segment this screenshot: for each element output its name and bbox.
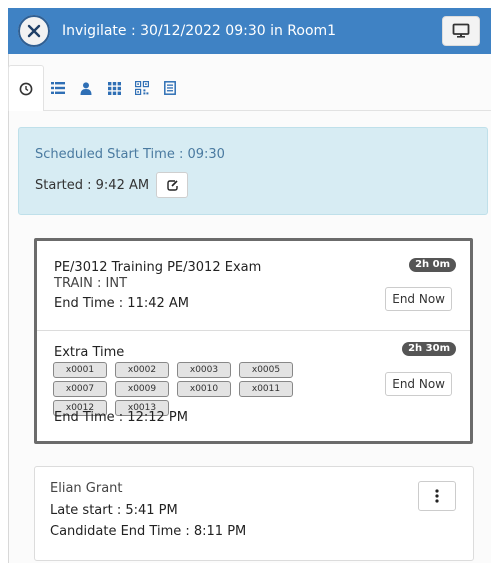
tab-grid[interactable] bbox=[100, 65, 128, 111]
person-icon bbox=[80, 81, 92, 95]
exam-row: PE/3012 Training PE/3012 Exam TRAIN : IN… bbox=[37, 241, 470, 331]
tab-bar bbox=[8, 65, 184, 111]
schedule-info-box: Scheduled Start Time : 09:30 Started : 9… bbox=[18, 127, 488, 215]
extra-time-duration-badge: 2h 30m bbox=[402, 342, 456, 356]
close-icon bbox=[18, 15, 50, 47]
exam-end-time: End Time : 11:42 AM bbox=[54, 296, 190, 311]
candidate-chip[interactable]: x0001 bbox=[53, 362, 107, 378]
grid-icon bbox=[107, 81, 121, 95]
tab-document[interactable] bbox=[156, 65, 184, 111]
tab-list[interactable] bbox=[44, 65, 72, 111]
qrcode-icon bbox=[135, 81, 149, 95]
extra-time-end-time: End Time : 12:12 PM bbox=[54, 410, 188, 425]
list-icon bbox=[51, 82, 65, 94]
monitor-icon bbox=[452, 23, 470, 38]
edit-icon bbox=[166, 179, 178, 191]
exam-group-card: PE/3012 Training PE/3012 Exam TRAIN : IN… bbox=[34, 238, 473, 444]
candidate-chip[interactable]: x0011 bbox=[239, 381, 293, 397]
started-time-row: Started : 9:42 AM bbox=[35, 172, 189, 198]
candidate-chip[interactable]: x0009 bbox=[115, 381, 169, 397]
tab-qrcode[interactable] bbox=[128, 65, 156, 111]
candidate-chip[interactable]: x0002 bbox=[115, 362, 169, 378]
candidate-chip[interactable]: x0010 bbox=[177, 381, 231, 397]
clock-icon bbox=[19, 82, 33, 95]
candidate-menu-button[interactable] bbox=[418, 481, 456, 511]
candidate-card: Elian Grant Late start : 5:41 PM Candida… bbox=[34, 466, 474, 561]
candidate-chip[interactable]: x0005 bbox=[239, 362, 293, 378]
document-icon bbox=[164, 81, 176, 95]
tab-divider bbox=[44, 110, 491, 111]
candidate-late-start: Late start : 5:41 PM bbox=[50, 503, 178, 518]
exam-end-now-button[interactable]: End Now bbox=[385, 287, 452, 311]
edit-start-button[interactable] bbox=[156, 172, 189, 198]
exam-subtitle: TRAIN : INT bbox=[54, 276, 128, 291]
kebab-icon bbox=[435, 489, 439, 503]
tab-candidates[interactable] bbox=[72, 65, 100, 111]
title-bar: Invigilate : 30/12/2022 09:30 in Room1 bbox=[8, 8, 491, 54]
exam-duration-badge: 2h 0m bbox=[409, 258, 456, 272]
scheduled-start-time: Scheduled Start Time : 09:30 bbox=[35, 147, 225, 162]
candidate-chip[interactable]: x0003 bbox=[177, 362, 231, 378]
started-time: Started : 9:42 AM bbox=[35, 177, 150, 193]
extra-time-candidates: x0001 x0002 x0003 x0005 x0007 x0009 x001… bbox=[53, 362, 353, 416]
tab-time[interactable] bbox=[8, 65, 44, 111]
monitor-button[interactable] bbox=[442, 16, 480, 46]
close-button[interactable] bbox=[18, 15, 50, 47]
candidate-chip[interactable]: x0007 bbox=[53, 381, 107, 397]
extra-time-end-now-button[interactable]: End Now bbox=[385, 372, 452, 396]
extra-time-title: Extra Time bbox=[54, 345, 125, 360]
page-title: Invigilate : 30/12/2022 09:30 in Room1 bbox=[62, 23, 337, 39]
exam-title: PE/3012 Training PE/3012 Exam bbox=[54, 260, 262, 275]
candidate-name: Elian Grant bbox=[50, 481, 123, 496]
candidate-end-time: Candidate End Time : 8:11 PM bbox=[50, 524, 247, 539]
